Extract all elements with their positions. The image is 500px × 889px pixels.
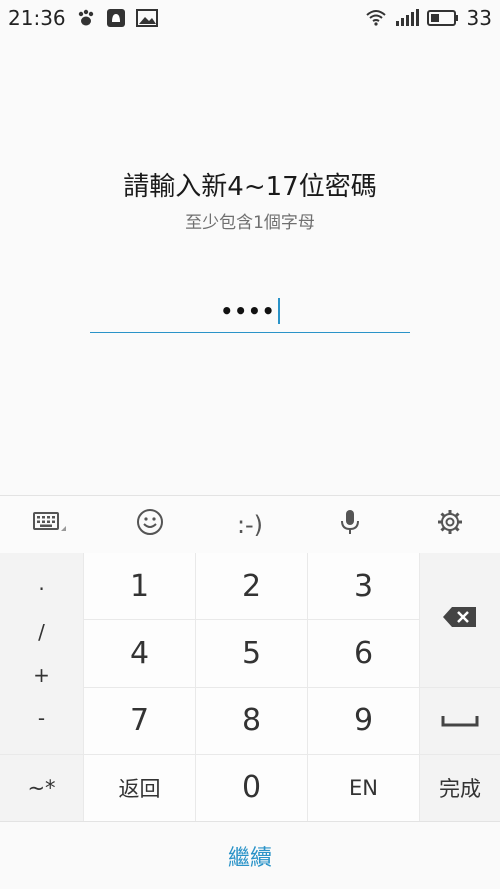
space-key[interactable]: [420, 687, 500, 754]
status-time: 21:36: [8, 6, 66, 30]
key-1[interactable]: 1: [84, 553, 195, 620]
microphone-icon: [339, 508, 361, 542]
key-4[interactable]: 4: [84, 620, 195, 687]
text-caret: [277, 298, 280, 324]
backspace-icon: [442, 606, 478, 633]
page-title: 請輸入新4~17位密碼: [123, 172, 377, 202]
keyboard-settings-button[interactable]: [420, 500, 480, 550]
keyboard-toolbar: :-): [0, 495, 500, 554]
wifi-icon: [365, 9, 387, 27]
signal-icon: [395, 9, 419, 27]
continue-button[interactable]: 繼續: [0, 821, 500, 889]
symbol-key-minus[interactable]: -: [38, 706, 45, 730]
voice-input-button[interactable]: [320, 500, 380, 550]
key-7[interactable]: 7: [84, 687, 195, 754]
paw-icon: [76, 8, 96, 28]
numeric-keypad: · / + - 1 2 3 4 5 6 7 8 9 ~* 返回 0 EN 完成: [0, 553, 500, 821]
battery-icon: [426, 9, 459, 27]
key-3[interactable]: 3: [308, 553, 419, 620]
emoji-button[interactable]: [120, 500, 180, 550]
done-key[interactable]: 完成: [420, 754, 500, 821]
space-icon: [441, 709, 479, 733]
back-key[interactable]: 返回: [84, 754, 195, 821]
password-input[interactable]: ••••: [90, 290, 410, 333]
status-bar: 21:36 33: [0, 0, 500, 36]
smiley-icon: [136, 508, 164, 542]
battery-level: 33: [466, 6, 492, 30]
gear-icon: [436, 508, 464, 542]
key-9[interactable]: 9: [308, 687, 419, 754]
symbol-key-slash[interactable]: /: [38, 620, 45, 644]
notification-icon: [106, 8, 126, 28]
symbol-column: · / + -: [0, 553, 83, 754]
keyboard-icon: [33, 511, 67, 539]
key-5[interactable]: 5: [196, 620, 307, 687]
key-6[interactable]: 6: [308, 620, 419, 687]
key-0[interactable]: 0: [196, 754, 307, 821]
symbols-key[interactable]: ~*: [0, 754, 83, 821]
symbol-key-plus[interactable]: +: [33, 663, 50, 687]
page-subtitle: 至少包含1個字母: [185, 213, 315, 233]
english-key[interactable]: EN: [308, 754, 419, 821]
key-8[interactable]: 8: [196, 687, 307, 754]
symbol-key-dot[interactable]: ·: [38, 577, 44, 601]
image-icon: [135, 9, 158, 27]
keyboard-switch-button[interactable]: [20, 500, 80, 550]
password-masked-value: ••••: [220, 299, 276, 323]
delete-key[interactable]: [420, 553, 500, 687]
emoticon-button[interactable]: :-): [220, 500, 280, 550]
key-2[interactable]: 2: [196, 553, 307, 620]
